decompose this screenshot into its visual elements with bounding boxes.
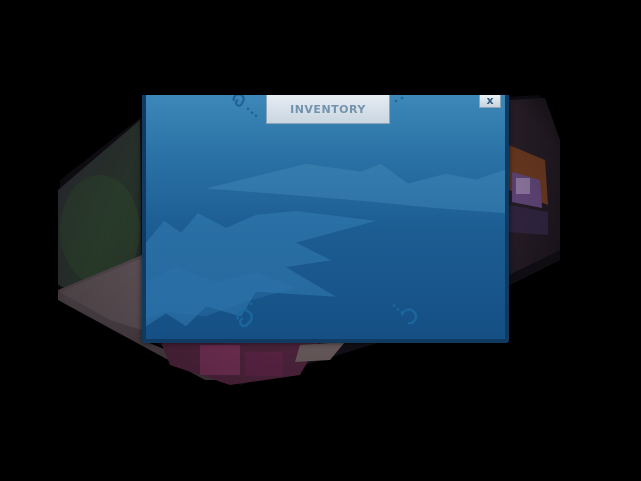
- close-button[interactable]: x: [479, 95, 501, 108]
- inventory-title: INVENTORY: [290, 102, 366, 116]
- swirl-ornament-top-left: [232, 95, 258, 117]
- close-icon: x: [486, 95, 494, 107]
- upper-streak: [206, 163, 505, 214]
- game-screen: INVENTORY x: [0, 0, 641, 481]
- swirl-ornament-top-right: [394, 96, 404, 103]
- inventory-title-tab: INVENTORY: [266, 95, 390, 124]
- inventory-background-decor: [146, 95, 505, 328]
- inventory-window: INVENTORY x: [142, 95, 509, 343]
- swirl-ornament-bottom-right: [392, 304, 418, 325]
